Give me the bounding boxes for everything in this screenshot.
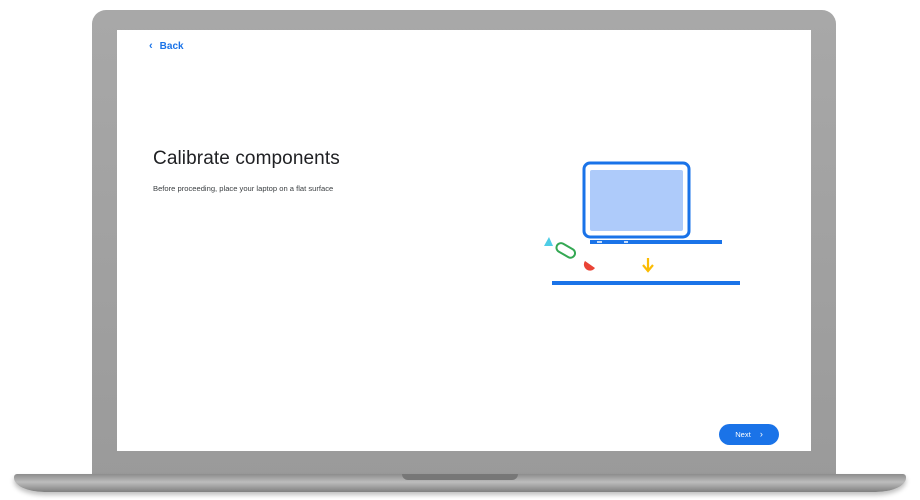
- calibration-illustration: [544, 161, 740, 285]
- illustration-triangle: [544, 237, 553, 246]
- next-button[interactable]: Next ›: [719, 424, 779, 445]
- laptop-base-notch: [402, 474, 518, 480]
- chevron-right-icon: ›: [759, 429, 763, 439]
- illustration-red-shape: [583, 261, 595, 271]
- next-label: Next: [735, 430, 751, 439]
- illustration-green-pill: [555, 242, 577, 259]
- illustration-laptop-screen: [590, 170, 683, 231]
- app-screen: ‹ Back Calibrate components Before proce…: [117, 30, 811, 451]
- back-label: Back: [159, 41, 184, 52]
- back-button[interactable]: ‹ Back: [149, 40, 184, 53]
- page-subtitle: Before proceeding, place your laptop on …: [153, 184, 334, 193]
- page-title: Calibrate components: [153, 148, 340, 169]
- chevron-left-icon: ‹: [149, 40, 153, 52]
